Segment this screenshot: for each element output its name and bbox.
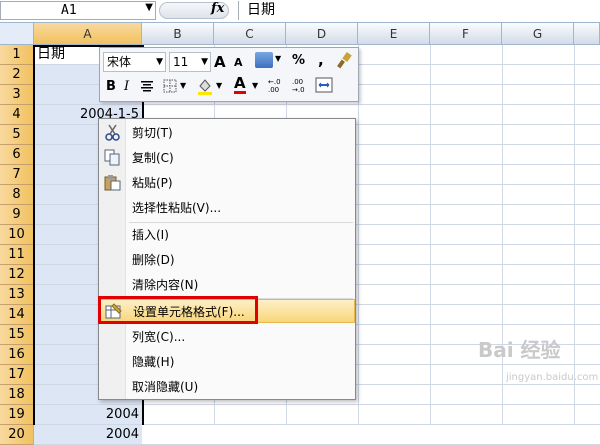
font-size-value: 11	[173, 55, 189, 69]
row-header-18[interactable]: 18	[0, 385, 34, 405]
chevron-down-icon[interactable]: ▼	[145, 2, 153, 13]
grow-font-button[interactable]: A	[214, 53, 226, 71]
formula-bar: A1 ▼ fx 日期	[0, 0, 600, 23]
font-color-button[interactable]: A	[234, 75, 246, 94]
annotation-highlight-box	[98, 296, 258, 324]
column-header-a[interactable]: A	[34, 23, 142, 45]
menu-item-hide[interactable]: 隐藏(H)	[99, 350, 355, 374]
chevron-down-icon: ▼	[201, 57, 208, 67]
menu-item-label: 选择性粘贴(V)...	[132, 201, 222, 215]
decrease-decimal-icon[interactable]: .00 →.0	[292, 76, 310, 94]
column-header-f[interactable]: F	[430, 23, 502, 45]
chevron-down-icon[interactable]: ▼	[216, 81, 222, 90]
select-all-corner[interactable]	[0, 23, 34, 45]
row-header-12[interactable]: 12	[0, 265, 34, 285]
row-header-1[interactable]: 1	[0, 45, 34, 65]
fill-color-icon[interactable]	[196, 76, 214, 96]
name-box-value: A1	[61, 3, 77, 18]
menu-item-label: 插入(I)	[132, 228, 169, 242]
accounting-format-icon[interactable]	[255, 52, 273, 68]
italic-button[interactable]: I	[124, 79, 129, 94]
menu-item-label: 删除(D)	[132, 253, 175, 267]
row-header-7[interactable]: 7	[0, 165, 34, 185]
row-header-17[interactable]: 17	[0, 365, 34, 385]
chevron-down-icon[interactable]: ▼	[180, 81, 186, 90]
font-name-value: 宋体	[107, 55, 132, 69]
row-header-10[interactable]: 10	[0, 225, 34, 245]
mini-toolbar: 宋体 ▼ 11 ▼ A A ▼ % , B I ▼ ▼ A ▼ ←.0.00 .…	[99, 47, 359, 102]
row-header-20[interactable]: 20	[0, 425, 34, 445]
svg-text:→.0: →.0	[292, 86, 305, 94]
row-header-2[interactable]: 2	[0, 65, 34, 85]
chevron-down-icon[interactable]: ▼	[275, 54, 281, 63]
menu-item-delete[interactable]: 删除(D)	[99, 248, 355, 272]
column-header-c[interactable]: C	[214, 23, 286, 45]
row-header-11[interactable]: 11	[0, 245, 34, 265]
menu-item-label: 列宽(C)...	[132, 330, 186, 344]
column-header-b[interactable]: B	[142, 23, 214, 45]
column-gridline	[430, 45, 431, 425]
chevron-down-icon: ▼	[156, 57, 163, 67]
row-header-8[interactable]: 8	[0, 185, 34, 205]
menu-item-paste-special[interactable]: 选择性粘贴(V)...	[99, 196, 355, 220]
menu-item-insert[interactable]: 插入(I)	[99, 223, 355, 247]
menu-item-cut[interactable]: 剪切(T)	[99, 121, 355, 145]
row-header-4[interactable]: 4	[0, 105, 34, 125]
menu-item-label: 复制(C)	[132, 151, 174, 165]
menu-item-unhide[interactable]: 取消隐藏(U)	[99, 375, 355, 399]
insert-function-button[interactable]: fx	[211, 1, 224, 16]
menu-item-label: 剪切(T)	[132, 126, 173, 140]
percent-style-button[interactable]: %	[292, 53, 305, 68]
bold-button[interactable]: B	[106, 79, 116, 94]
svg-text:.00: .00	[268, 86, 279, 94]
context-menu: 剪切(T) 复制(C) 粘贴(P) 选择性粘贴(V)... 插入(I) 删除(D…	[98, 118, 356, 400]
column-header-e[interactable]: E	[358, 23, 430, 45]
menu-item-label: 取消隐藏(U)	[132, 380, 199, 394]
shrink-font-button[interactable]: A	[234, 56, 243, 69]
row-header-15[interactable]: 15	[0, 325, 34, 345]
row-header-9[interactable]: 9	[0, 205, 34, 225]
menu-item-label: 清除内容(N)	[132, 278, 199, 292]
copy-icon	[104, 149, 121, 166]
menu-item-label: 隐藏(H)	[132, 355, 175, 369]
row-header-6[interactable]: 6	[0, 145, 34, 165]
svg-text:.00: .00	[292, 78, 303, 86]
menu-item-clear-contents[interactable]: 清除内容(N)	[99, 273, 355, 297]
watermark-main: Bai 经验	[478, 338, 561, 362]
watermark-sub: jingyan.baidu.com	[506, 372, 599, 383]
center-align-icon[interactable]	[140, 79, 154, 93]
formula-buttons: fx	[159, 1, 234, 20]
svg-text:←.0: ←.0	[268, 78, 281, 86]
comma-style-button[interactable]: ,	[318, 51, 324, 69]
chevron-down-icon[interactable]: ▼	[252, 81, 258, 90]
formula-input[interactable]: 日期	[238, 1, 600, 20]
row-header-13[interactable]: 13	[0, 285, 34, 305]
format-painter-icon[interactable]	[336, 52, 352, 69]
menu-item-paste[interactable]: 粘贴(P)	[99, 171, 355, 195]
cell-a19[interactable]: 2004	[34, 405, 142, 424]
row-header-16[interactable]: 16	[0, 345, 34, 365]
menu-item-copy[interactable]: 复制(C)	[99, 146, 355, 170]
increase-decimal-icon[interactable]: ←.0.00	[268, 76, 286, 94]
baidu-watermark: Bai 经验 jingyan.baidu.com	[478, 334, 599, 394]
row-header-14[interactable]: 14	[0, 305, 34, 325]
column-header-h[interactable]	[574, 23, 600, 45]
cell-a20[interactable]: 2004	[34, 425, 142, 444]
font-size-select[interactable]: 11 ▼	[169, 52, 211, 72]
name-box[interactable]: A1 ▼	[0, 1, 156, 20]
merge-center-icon[interactable]	[315, 77, 333, 93]
row-header-19[interactable]: 19	[0, 405, 34, 425]
row-header-3[interactable]: 3	[0, 85, 34, 105]
borders-icon[interactable]	[163, 79, 177, 93]
menu-item-column-width[interactable]: 列宽(C)...	[99, 325, 355, 349]
column-header-d[interactable]: D	[286, 23, 358, 45]
paste-icon	[104, 174, 121, 191]
column-header-g[interactable]: G	[502, 23, 574, 45]
scissors-icon	[104, 124, 121, 141]
menu-item-label: 粘贴(P)	[132, 176, 173, 190]
column-gridline	[358, 45, 359, 425]
row-header-5[interactable]: 5	[0, 125, 34, 145]
font-name-select[interactable]: 宋体 ▼	[103, 52, 166, 72]
